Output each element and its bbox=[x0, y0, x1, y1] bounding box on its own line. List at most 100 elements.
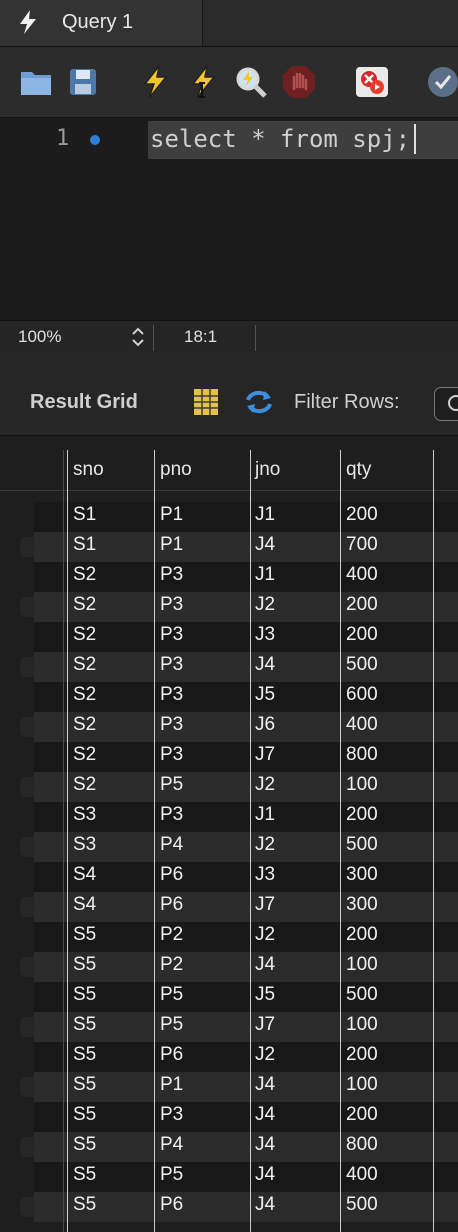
table-cell-sno[interactable]: S5 bbox=[73, 924, 96, 946]
table-cell-sno[interactable]: S2 bbox=[73, 624, 96, 646]
table-cell-qty[interactable]: 800 bbox=[346, 1134, 378, 1156]
table-cell-pno[interactable]: P5 bbox=[160, 984, 183, 1006]
table-cell-sno[interactable]: S5 bbox=[73, 1044, 96, 1066]
table-cell-jno[interactable]: J4 bbox=[255, 654, 275, 676]
refresh-icon[interactable] bbox=[244, 389, 274, 415]
table-row[interactable]: S5 P4 J4 800 bbox=[0, 1132, 458, 1162]
grid-view-icon[interactable] bbox=[193, 388, 219, 416]
table-row[interactable]: S5 P2 J4 100 bbox=[0, 952, 458, 982]
table-cell-qty[interactable]: 500 bbox=[346, 984, 378, 1006]
table-cell-jno[interactable]: J1 bbox=[255, 504, 275, 526]
table-row[interactable]: S2 P3 J6 400 bbox=[0, 712, 458, 742]
table-cell-sno[interactable]: S5 bbox=[73, 1014, 96, 1036]
table-cell-pno[interactable]: P1 bbox=[160, 534, 183, 556]
table-cell-qty[interactable]: 400 bbox=[346, 564, 378, 586]
table-row[interactable]: S3 P4 J2 500 bbox=[0, 832, 458, 862]
table-cell-sno[interactable]: S5 bbox=[73, 954, 96, 976]
zoom-stepper-icon[interactable] bbox=[128, 326, 148, 348]
explain-button[interactable] bbox=[234, 65, 268, 99]
table-row[interactable]: S3 P3 J1 200 bbox=[0, 802, 458, 832]
table-row[interactable]: S2 P3 J5 600 bbox=[0, 682, 458, 712]
table-cell-qty[interactable]: 200 bbox=[346, 1044, 378, 1066]
table-row[interactable]: S1 P1 J4 700 bbox=[0, 532, 458, 562]
table-cell-pno[interactable]: P3 bbox=[160, 804, 183, 826]
table-cell-sno[interactable]: S5 bbox=[73, 1194, 96, 1216]
table-cell-sno[interactable]: S2 bbox=[73, 684, 96, 706]
table-cell-sno[interactable]: S4 bbox=[73, 864, 96, 886]
table-row[interactable]: S5 P1 J4 100 bbox=[0, 1072, 458, 1102]
table-cell-pno[interactable]: P6 bbox=[160, 894, 183, 916]
table-cell-sno[interactable]: S3 bbox=[73, 804, 96, 826]
table-cell-pno[interactable]: P2 bbox=[160, 954, 183, 976]
table-row[interactable]: S5 P6 J2 200 bbox=[0, 1042, 458, 1072]
table-cell-pno[interactable]: P6 bbox=[160, 1044, 183, 1066]
table-cell-jno[interactable]: J7 bbox=[255, 744, 275, 766]
sql-editor[interactable]: 1 select * from spj; bbox=[0, 118, 458, 320]
table-cell-pno[interactable]: P4 bbox=[160, 834, 183, 856]
table-cell-jno[interactable]: J1 bbox=[255, 564, 275, 586]
table-cell-sno[interactable]: S5 bbox=[73, 1164, 96, 1186]
table-cell-qty[interactable]: 200 bbox=[346, 1104, 378, 1126]
table-cell-sno[interactable]: S2 bbox=[73, 654, 96, 676]
table-row[interactable]: S2 P3 J2 200 bbox=[0, 592, 458, 622]
tab-query-1[interactable]: Query 1 bbox=[0, 0, 203, 46]
table-cell-pno[interactable]: P3 bbox=[160, 714, 183, 736]
table-cell-jno[interactable]: J4 bbox=[255, 954, 275, 976]
table-cell-sno[interactable]: S2 bbox=[73, 564, 96, 586]
column-header-qty[interactable]: qty bbox=[346, 450, 371, 490]
table-cell-qty[interactable]: 300 bbox=[346, 864, 378, 886]
table-cell-qty[interactable]: 700 bbox=[346, 534, 378, 556]
table-cell-qty[interactable]: 400 bbox=[346, 1164, 378, 1186]
table-row[interactable]: S2 P5 J2 100 bbox=[0, 772, 458, 802]
result-grid-title[interactable]: Result Grid bbox=[30, 391, 138, 414]
table-cell-pno[interactable]: P3 bbox=[160, 654, 183, 676]
table-cell-jno[interactable]: J3 bbox=[255, 864, 275, 886]
table-row[interactable]: S1 P1 J1 200 bbox=[0, 502, 458, 532]
table-cell-pno[interactable]: P2 bbox=[160, 924, 183, 946]
table-row[interactable]: S5 P5 J5 500 bbox=[0, 982, 458, 1012]
table-cell-sno[interactable]: S1 bbox=[73, 504, 96, 526]
table-cell-qty[interactable]: 100 bbox=[346, 1074, 378, 1096]
table-cell-jno[interactable]: J7 bbox=[255, 1014, 275, 1036]
table-cell-jno[interactable]: J3 bbox=[255, 624, 275, 646]
table-cell-pno[interactable]: P5 bbox=[160, 1164, 183, 1186]
table-cell-jno[interactable]: J1 bbox=[255, 804, 275, 826]
table-cell-sno[interactable]: S2 bbox=[73, 744, 96, 766]
table-cell-qty[interactable]: 800 bbox=[346, 744, 378, 766]
table-cell-pno[interactable]: P3 bbox=[160, 1104, 183, 1126]
table-row[interactable]: S5 P2 J2 200 bbox=[0, 922, 458, 952]
execute-current-statement-button[interactable] bbox=[186, 65, 220, 99]
table-cell-sno[interactable]: S5 bbox=[73, 984, 96, 1006]
table-cell-qty[interactable]: 600 bbox=[346, 684, 378, 706]
table-cell-sno[interactable]: S3 bbox=[73, 834, 96, 856]
execute-button[interactable] bbox=[138, 65, 172, 99]
table-cell-pno[interactable]: P6 bbox=[160, 864, 183, 886]
table-cell-qty[interactable]: 200 bbox=[346, 804, 378, 826]
table-cell-jno[interactable]: J4 bbox=[255, 1104, 275, 1126]
table-cell-jno[interactable]: J5 bbox=[255, 684, 275, 706]
table-cell-jno[interactable]: J2 bbox=[255, 774, 275, 796]
table-cell-pno[interactable]: P4 bbox=[160, 1134, 183, 1156]
table-row[interactable]: S4 P6 J3 300 bbox=[0, 862, 458, 892]
table-row[interactable]: S5 P5 J7 100 bbox=[0, 1012, 458, 1042]
table-cell-pno[interactable]: P3 bbox=[160, 624, 183, 646]
table-cell-qty[interactable]: 500 bbox=[346, 834, 378, 856]
code-line[interactable]: select * from spj; bbox=[150, 125, 410, 153]
save-button[interactable] bbox=[66, 65, 100, 99]
table-row[interactable]: S4 P6 J7 300 bbox=[0, 892, 458, 922]
table-cell-qty[interactable]: 400 bbox=[346, 714, 378, 736]
table-cell-pno[interactable]: P1 bbox=[160, 504, 183, 526]
table-cell-jno[interactable]: J7 bbox=[255, 894, 275, 916]
table-cell-pno[interactable]: P5 bbox=[160, 774, 183, 796]
stop-button[interactable] bbox=[282, 65, 316, 99]
column-header-jno[interactable]: jno bbox=[255, 450, 280, 490]
table-cell-qty[interactable]: 200 bbox=[346, 594, 378, 616]
table-cell-sno[interactable]: S5 bbox=[73, 1074, 96, 1096]
table-cell-sno[interactable]: S5 bbox=[73, 1104, 96, 1126]
table-cell-qty[interactable]: 500 bbox=[346, 1194, 378, 1216]
table-cell-jno[interactable]: J2 bbox=[255, 924, 275, 946]
table-cell-jno[interactable]: J5 bbox=[255, 984, 275, 1006]
table-cell-jno[interactable]: J6 bbox=[255, 714, 275, 736]
table-cell-qty[interactable]: 100 bbox=[346, 774, 378, 796]
table-row[interactable]: S2 P3 J7 800 bbox=[0, 742, 458, 772]
